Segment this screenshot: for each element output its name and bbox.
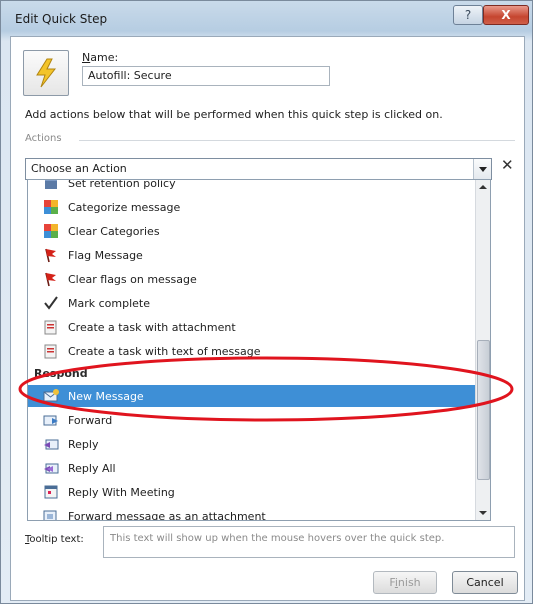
list-item-task-text[interactable]: Create a task with text of message (28, 340, 476, 362)
list-item-label: Forward (68, 414, 113, 427)
action-list: Set retention policy Categorize message … (27, 179, 491, 521)
scroll-up-icon[interactable] (476, 180, 490, 194)
list-item-categorize[interactable]: Categorize message (28, 196, 476, 218)
list-item-label: Reply (68, 438, 99, 451)
list-item-reply-all[interactable]: Reply All (28, 457, 476, 479)
list-item-label: Clear Categories (68, 225, 160, 238)
list-item-label: Mark complete (68, 297, 151, 310)
list-item-label: Clear flags on message (68, 273, 197, 286)
list-item-label: New Message (68, 390, 144, 403)
list-item-label: Categorize message (68, 201, 181, 214)
task-text-icon (43, 343, 59, 359)
retention-policy-icon (43, 180, 59, 191)
forward-attachment-icon (43, 508, 59, 520)
scrollbar-thumb[interactable] (477, 340, 490, 480)
dialog-title: Edit Quick Step (15, 12, 108, 26)
dropdown-arrow-icon[interactable] (473, 159, 491, 179)
reply-icon (43, 436, 59, 452)
task-attachment-icon (43, 319, 59, 335)
clear-flag-icon (43, 271, 59, 287)
flag-icon (43, 247, 59, 263)
actions-section-label: Actions (25, 133, 62, 144)
actions-divider (79, 140, 515, 141)
group-header-respond: Respond (34, 367, 88, 380)
new-message-icon (43, 388, 59, 404)
list-item-label: Reply All (68, 462, 116, 475)
choose-action-value: Choose an Action (31, 162, 127, 175)
list-item-label: Reply With Meeting (68, 486, 175, 499)
close-button[interactable]: X (483, 5, 529, 25)
actions-description: Add actions below that will be performed… (25, 108, 443, 121)
list-item-reply-meeting[interactable]: Reply With Meeting (28, 481, 476, 503)
checkmark-icon (43, 295, 59, 311)
scroll-down-icon[interactable] (476, 506, 490, 520)
tooltip-input[interactable]: This text will show up when the mouse ho… (103, 526, 515, 558)
list-item-clear-categories[interactable]: Clear Categories (28, 220, 476, 242)
name-input[interactable]: Autofill: Secure (82, 66, 330, 86)
list-item-retention[interactable]: Set retention policy (28, 179, 476, 194)
list-item-label: Forward message as an attachment (68, 510, 266, 521)
reply-all-icon (43, 460, 59, 476)
list-item-clear-flags[interactable]: Clear flags on message (28, 268, 476, 290)
finish-button[interactable]: Finish (373, 571, 437, 594)
list-item-mark-complete[interactable]: Mark complete (28, 292, 476, 314)
list-item-flag[interactable]: Flag Message (28, 244, 476, 266)
remove-action-icon[interactable]: ✕ (501, 156, 514, 174)
list-item-forward-attachment[interactable]: Forward message as an attachment (28, 505, 476, 521)
list-item-label: Create a task with attachment (68, 321, 236, 334)
quick-step-icon-button[interactable] (23, 50, 69, 96)
clear-categories-icon (43, 223, 59, 239)
list-item-reply[interactable]: Reply (28, 433, 476, 455)
cancel-button[interactable]: Cancel (452, 571, 518, 594)
choose-action-dropdown[interactable]: Choose an Action (25, 158, 492, 180)
dialog-body: Name: Autofill: Secure Add actions below… (10, 36, 525, 601)
tooltip-label: Tooltip text: (25, 534, 84, 545)
forward-icon (43, 412, 59, 428)
list-scrollbar[interactable] (475, 180, 490, 520)
list-item-label: Create a task with text of message (68, 345, 261, 358)
list-item-forward[interactable]: Forward (28, 409, 476, 431)
title-bar: Edit Quick Step ? X (1, 1, 532, 35)
list-item-new-message[interactable]: New Message (28, 385, 476, 407)
name-label: Name: (82, 51, 119, 64)
list-item-label: Set retention policy (68, 179, 176, 190)
dialog-window: Edit Quick Step ? X Name: Autofill: Secu… (0, 0, 533, 604)
list-item-task-attachment[interactable]: Create a task with attachment (28, 316, 476, 338)
categorize-icon (43, 199, 59, 215)
help-button[interactable]: ? (453, 5, 483, 25)
lightning-icon (36, 58, 57, 88)
reply-meeting-icon (43, 484, 59, 500)
list-item-label: Flag Message (68, 249, 143, 262)
